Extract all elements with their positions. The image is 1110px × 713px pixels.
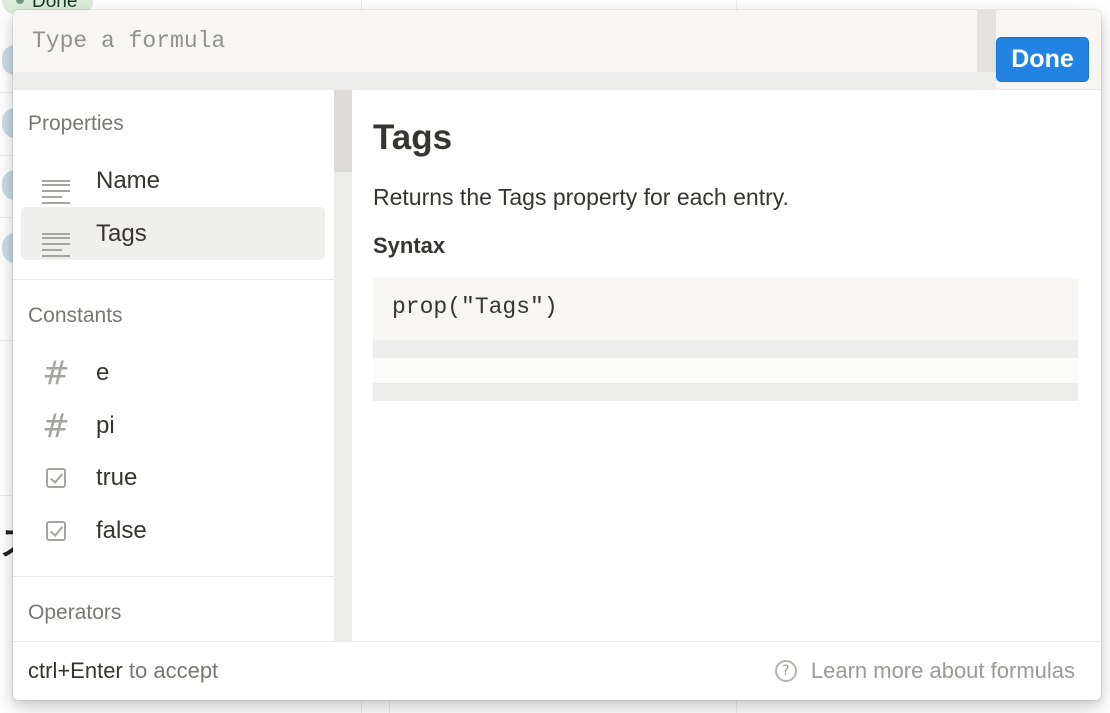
code-block-scrollbar[interactable] <box>373 383 1078 401</box>
section-heading-operators: Operators <box>28 601 122 624</box>
background-glyph: ス <box>0 524 14 564</box>
formula-reference-list: Properties Name Tags Constants # e # pi … <box>13 90 334 641</box>
section-divider <box>13 279 334 280</box>
keyboard-shortcut: ctrl+Enter <box>28 658 123 683</box>
text-lines-icon <box>41 154 71 207</box>
syntax-code: prop("Tags") <box>392 294 558 320</box>
status-dot-icon <box>16 0 24 4</box>
formula-input[interactable] <box>13 10 977 72</box>
learn-more-label: Learn more about formulas <box>810 658 1075 683</box>
scrollbar-thumb[interactable] <box>334 90 352 172</box>
learn-more-link[interactable]: ? Learn more about formulas <box>774 642 1075 700</box>
scrollbar-thumb[interactable] <box>977 10 996 72</box>
list-item-tags[interactable]: Tags <box>21 207 325 260</box>
list-item-label: e <box>96 359 110 386</box>
background-row-divider <box>0 495 14 496</box>
section-heading-properties: Properties <box>28 112 124 135</box>
background-row-divider <box>0 340 14 341</box>
list-item-e[interactable]: # e <box>21 346 325 399</box>
background-row-divider <box>0 92 14 93</box>
background-row-divider <box>0 217 14 218</box>
formula-bar: Done <box>13 10 1101 90</box>
formula-footer: ctrl+Enter to accept ? Learn more about … <box>13 641 1101 700</box>
list-item-false[interactable]: false <box>21 504 325 557</box>
doc-syntax-heading: Syntax <box>373 233 446 258</box>
list-item-label: Name <box>96 167 161 194</box>
doc-title: Tags <box>373 118 453 157</box>
formula-editor-popup: Done Properties Name Tags Constants # e … <box>13 10 1101 700</box>
list-item-label: pi <box>96 412 115 439</box>
formula-horizontal-scrollbar[interactable] <box>13 72 977 89</box>
list-item-pi[interactable]: # pi <box>21 399 325 452</box>
done-button[interactable]: Done <box>996 37 1089 82</box>
accept-hint-text: to accept <box>128 658 219 683</box>
hash-icon: # <box>42 353 70 392</box>
code-block-scrollbar[interactable] <box>373 340 1078 358</box>
formula-documentation-panel: Tags Returns the Tags property for each … <box>352 90 1101 641</box>
checkbox-icon <box>41 451 71 504</box>
accept-hint: ctrl+Enter to accept <box>28 642 218 700</box>
list-item-name[interactable]: Name <box>21 154 325 207</box>
section-heading-constants: Constants <box>28 304 123 327</box>
doc-description: Returns the Tags property for each entry… <box>373 184 789 210</box>
list-item-true[interactable]: true <box>21 451 325 504</box>
background-column-divider <box>389 700 390 713</box>
hash-icon: # <box>42 406 70 445</box>
help-circle-icon: ? <box>774 660 797 682</box>
list-item-label: true <box>96 464 138 491</box>
syntax-code-block: prop("Tags") <box>373 278 1078 340</box>
section-divider <box>13 576 334 577</box>
background-row-divider <box>0 155 14 156</box>
checkbox-icon <box>41 504 71 557</box>
list-item-label: false <box>96 517 147 544</box>
formula-vertical-scrollbar[interactable] <box>977 10 996 90</box>
example-code-block <box>373 358 1078 383</box>
reference-list-scrollbar[interactable] <box>334 90 352 641</box>
text-lines-icon <box>41 207 71 260</box>
list-item-label: Tags <box>96 220 147 247</box>
